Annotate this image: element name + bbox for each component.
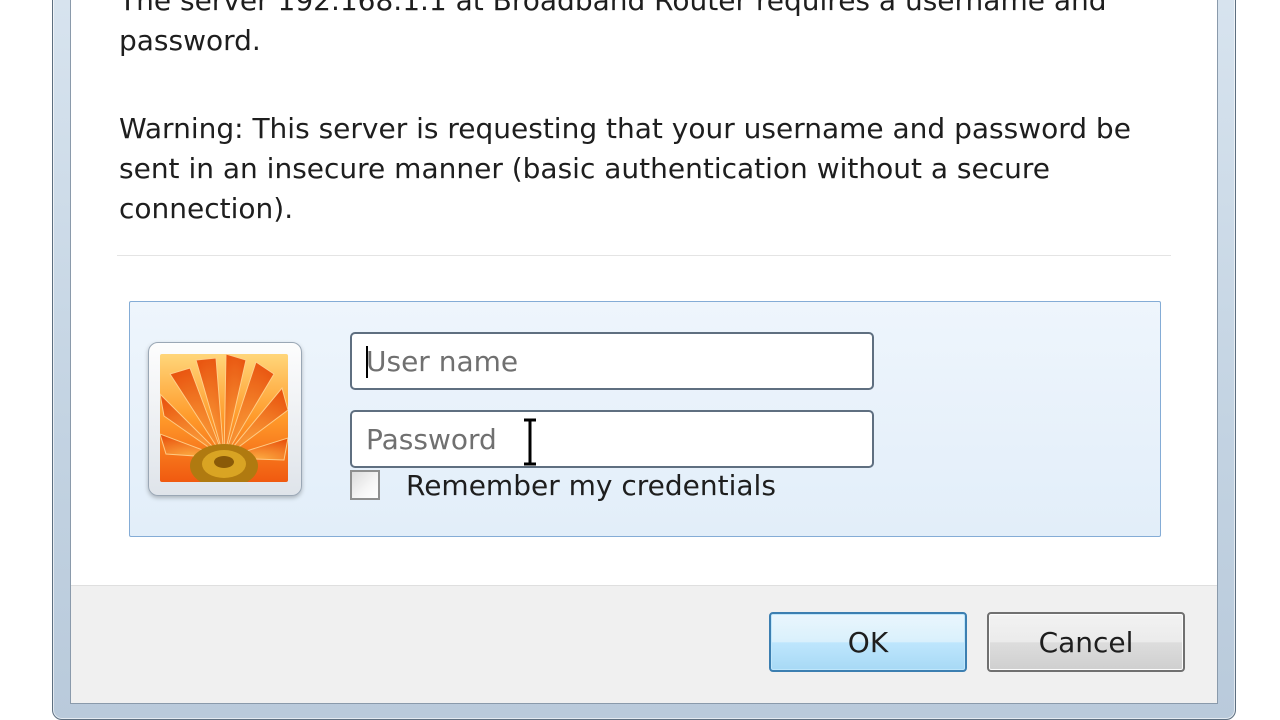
remember-checkbox[interactable] <box>350 470 380 500</box>
username-input[interactable] <box>350 332 874 390</box>
password-input[interactable] <box>350 410 874 468</box>
button-bar: OK Cancel <box>71 585 1217 703</box>
ibeam-cursor-icon <box>524 418 536 466</box>
server-message: The server 192.168.1.1 at Broadband Rout… <box>119 0 1107 57</box>
text-caret <box>366 346 368 378</box>
user-account-picture-flower-icon <box>160 354 288 482</box>
ok-button[interactable]: OK <box>769 612 967 672</box>
warning-message: Warning: This server is requesting that … <box>119 112 1131 225</box>
cancel-button[interactable]: Cancel <box>987 612 1185 672</box>
divider <box>117 255 1171 257</box>
user-tile <box>148 342 302 496</box>
credential-panel: Remember my credentials <box>129 301 1161 537</box>
credentials-dialog: The server 192.168.1.1 at Broadband Rout… <box>70 0 1218 704</box>
remember-label[interactable]: Remember my credentials <box>406 466 776 506</box>
